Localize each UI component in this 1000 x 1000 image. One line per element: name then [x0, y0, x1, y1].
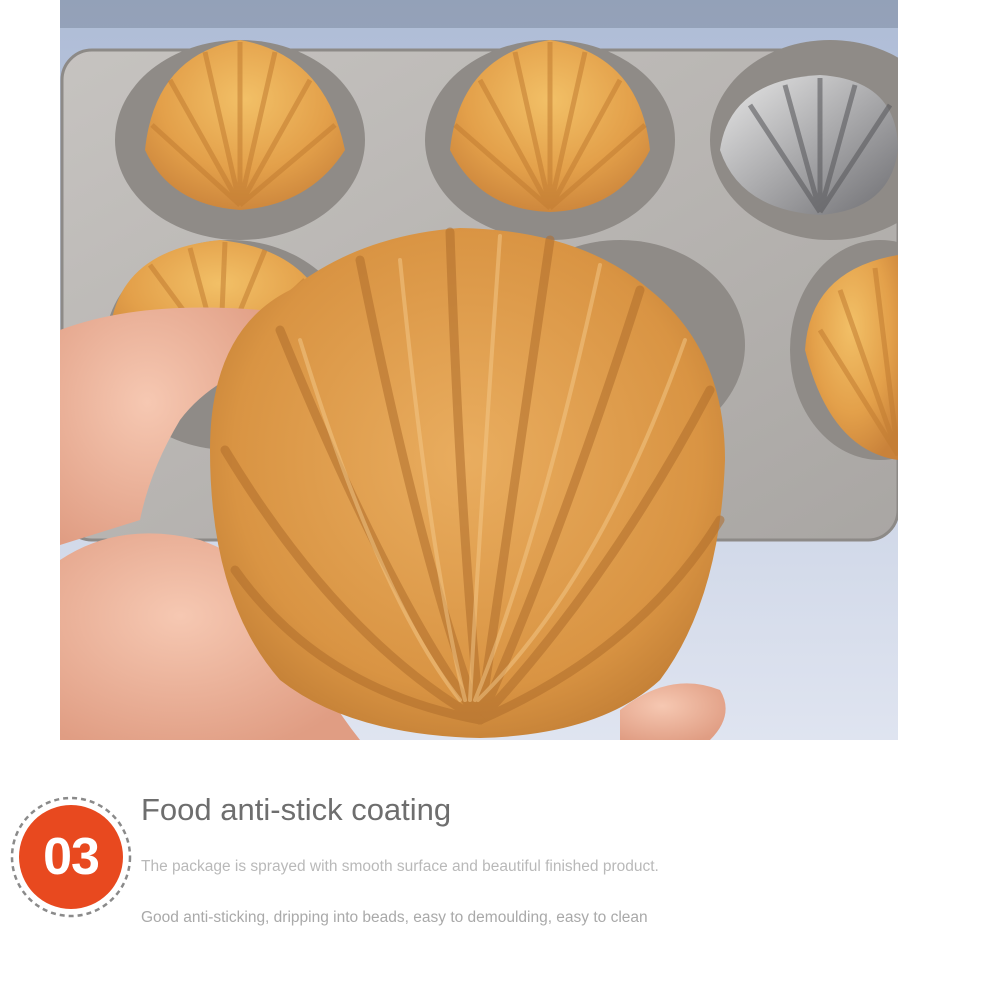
step-number: 03	[43, 828, 100, 886]
product-photo-illustration	[60, 0, 898, 740]
feature-description-2: Good anti-sticking, dripping into beads,…	[141, 909, 648, 926]
product-photo	[60, 0, 898, 740]
big-madeleine	[210, 227, 725, 738]
feature-title: Food anti-stick coating	[141, 792, 452, 827]
feature-description-1: The package is sprayed with smooth surfa…	[141, 858, 659, 875]
